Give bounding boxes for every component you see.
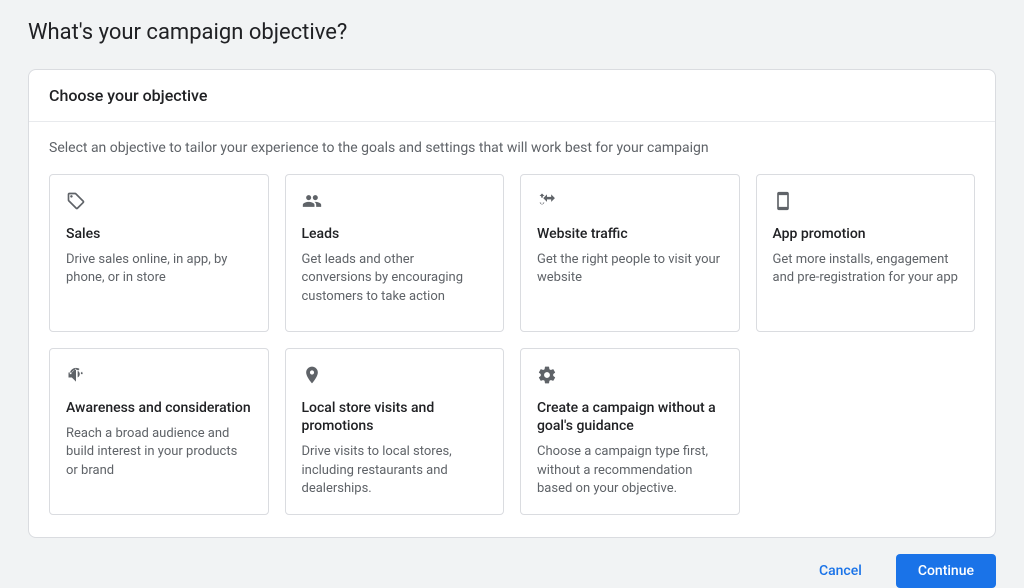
panel-subtitle: Select an objective to tailor your exper…: [49, 140, 975, 156]
objective-desc: Drive sales online, in app, by phone, or…: [66, 251, 252, 287]
objective-panel: Choose your objective Select an objectiv…: [28, 69, 996, 538]
objective-desc: Get the right people to visit your websi…: [537, 251, 723, 287]
objective-title: Create a campaign without a goal's guida…: [537, 399, 723, 435]
panel-heading: Choose your objective: [49, 86, 975, 105]
panel-header: Choose your objective: [29, 70, 995, 122]
objectives-grid: Sales Drive sales online, in app, by pho…: [49, 174, 975, 515]
objective-title: Website traffic: [537, 225, 723, 243]
objective-awareness[interactable]: Awareness and consideration Reach a broa…: [49, 348, 269, 515]
tag-icon: [66, 191, 252, 211]
objective-desc: Get more installs, engagement and pre-re…: [773, 251, 959, 287]
objective-sales[interactable]: Sales Drive sales online, in app, by pho…: [49, 174, 269, 332]
location-icon: [302, 365, 488, 385]
objective-leads[interactable]: Leads Get leads and other conversions by…: [285, 174, 505, 332]
page-title: What's your campaign objective?: [28, 20, 996, 45]
click-icon: [537, 191, 723, 211]
objective-desc: Reach a broad audience and build interes…: [66, 425, 252, 480]
objective-desc: Get leads and other conversions by encou…: [302, 251, 488, 306]
objective-title: Leads: [302, 225, 488, 243]
gear-icon: [537, 365, 723, 385]
objective-title: App promotion: [773, 225, 959, 243]
people-icon: [302, 191, 488, 211]
footer-actions: Cancel Continue: [0, 538, 1024, 588]
objective-desc: Choose a campaign type first, without a …: [537, 443, 723, 498]
campaign-icon: [66, 365, 252, 385]
objective-title: Awareness and consideration: [66, 399, 252, 417]
objective-no-goal[interactable]: Create a campaign without a goal's guida…: [520, 348, 740, 515]
objective-title: Sales: [66, 225, 252, 243]
smartphone-icon: [773, 191, 959, 211]
objective-desc: Drive visits to local stores, including …: [302, 443, 488, 498]
objective-website-traffic[interactable]: Website traffic Get the right people to …: [520, 174, 740, 332]
objective-local-visits[interactable]: Local store visits and promotions Drive …: [285, 348, 505, 515]
objective-title: Local store visits and promotions: [302, 399, 488, 435]
objective-app-promotion[interactable]: App promotion Get more installs, engagem…: [756, 174, 976, 332]
